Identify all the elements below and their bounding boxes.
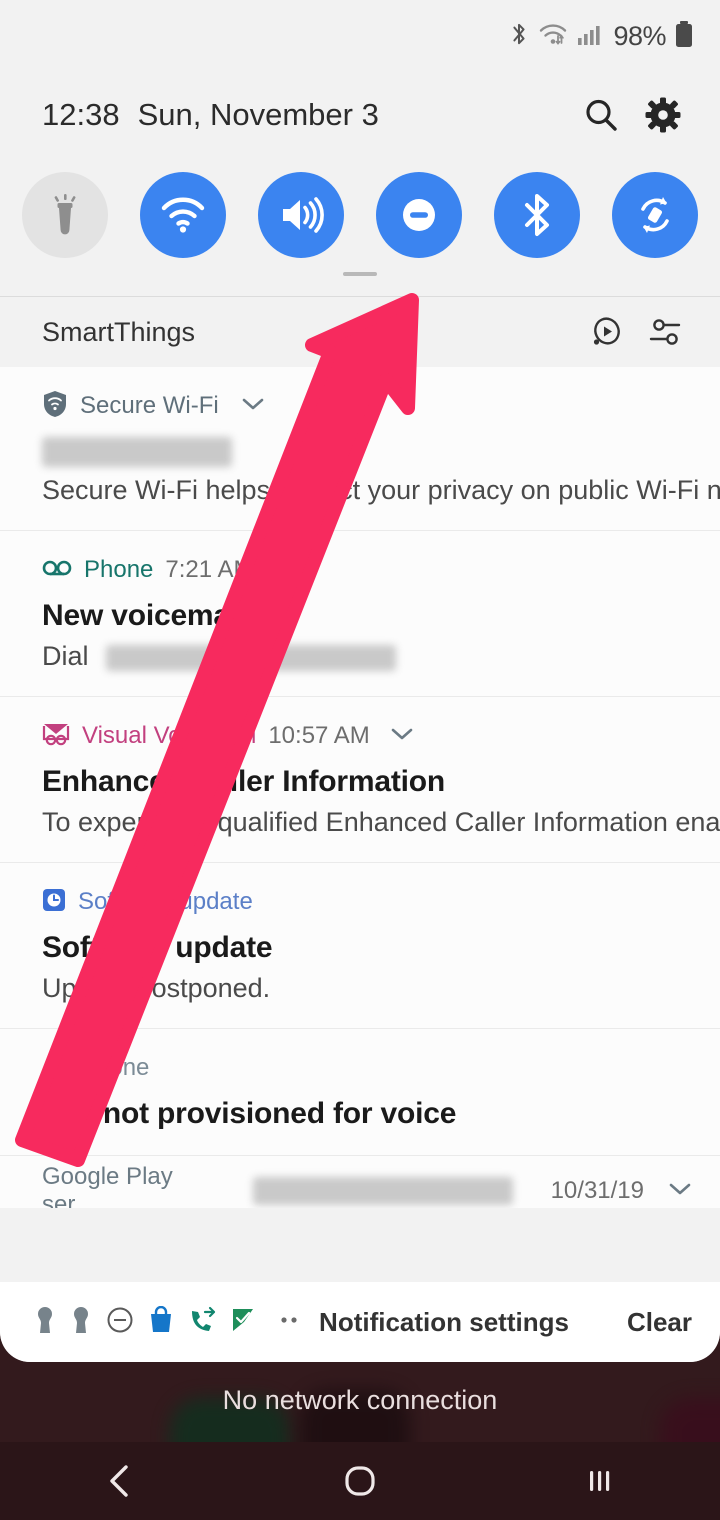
notification-header: Google Play ser 10/31/19 xyxy=(42,1163,692,1208)
quick-toggle-auto-rotate[interactable] xyxy=(612,172,698,258)
notification-settings-button[interactable]: Notification settings xyxy=(319,1307,569,1338)
notification-app-name: Google Play ser xyxy=(42,1163,173,1208)
voicemail-icon xyxy=(42,558,72,583)
clock-date-group: 12:38 Sun, November 3 xyxy=(42,97,570,133)
notification-item[interactable]: Software update Software update Update p… xyxy=(0,863,720,1029)
visual-voicemail-icon xyxy=(42,721,70,752)
status-bar: 98% xyxy=(0,0,720,72)
wifi-icon xyxy=(538,21,568,52)
more-dots-icon[interactable] xyxy=(276,1313,302,1331)
cellular-signal-icon xyxy=(576,21,602,52)
notification-header: Software update xyxy=(42,885,692,919)
notification-title: Software update xyxy=(42,931,273,964)
software-update-icon xyxy=(42,888,66,917)
shopping-bag-icon[interactable] xyxy=(148,1305,174,1339)
notification-body: Dial xyxy=(42,641,692,672)
notification-header: Visual Voicemail 10:57 AM xyxy=(42,719,692,753)
no-network-status: No network connection xyxy=(222,1385,498,1415)
notification-header: MM Phone xyxy=(42,1051,692,1085)
quick-toggle-do-not-disturb[interactable] xyxy=(376,172,462,258)
chevron-down-icon[interactable] xyxy=(390,726,414,747)
back-chevron-icon[interactable] xyxy=(60,1442,180,1520)
notification-item[interactable]: Visual Voicemail 10:57 AM Enhanced Calle… xyxy=(0,697,720,863)
alert-mm-icon: MM xyxy=(42,1052,68,1085)
date: Sun, November 3 xyxy=(137,97,379,132)
svg-text:MM: MM xyxy=(48,1071,63,1080)
quick-toggle-flashlight[interactable] xyxy=(22,172,108,258)
notification-time: 10/31/19 xyxy=(550,1177,644,1204)
notification-list: Secure Wi-Fi Secure Wi-Fi helps protect … xyxy=(0,367,720,1208)
chevron-down-icon[interactable] xyxy=(668,1181,692,1202)
notification-app-name: Phone xyxy=(84,556,154,583)
bluetooth-icon xyxy=(508,21,530,52)
minus-circle-icon[interactable] xyxy=(106,1306,134,1339)
quick-toggle-bluetooth[interactable] xyxy=(494,172,580,258)
quick-toggle-sound[interactable] xyxy=(258,172,344,258)
shade-header: 12:38 Sun, November 3 xyxy=(0,72,720,158)
quick-toggle-wifi[interactable] xyxy=(140,172,226,258)
notification-body: Secure Wi-Fi helps protect your privacy … xyxy=(42,475,720,505)
shade-drag-handle[interactable] xyxy=(0,258,720,276)
notification-app-name: Visual Voicemail xyxy=(82,722,257,749)
shade-footer: Notification settings Clear xyxy=(0,1282,720,1362)
notification-app-name: Secure Wi-Fi xyxy=(80,392,219,419)
phone-screen: No network connection 98% 12:38 Sun, Nov… xyxy=(0,0,720,1520)
notification-app-name: Software update xyxy=(78,888,253,915)
battery-full-icon xyxy=(674,20,694,53)
media-cast-icon[interactable] xyxy=(578,303,636,361)
notification-item[interactable]: MM Phone SIM not provisioned for voice xyxy=(0,1029,720,1156)
home-circle-icon[interactable] xyxy=(300,1442,420,1520)
keyhole-icon[interactable] xyxy=(70,1305,92,1340)
redacted-phone-number xyxy=(106,644,397,671)
device-controls-icon[interactable] xyxy=(636,303,694,361)
smartthings-bar: SmartThings xyxy=(0,297,720,367)
notification-header: Secure Wi-Fi xyxy=(42,389,692,423)
notification-title: New voicemail xyxy=(42,599,247,632)
search-icon[interactable] xyxy=(570,84,632,146)
notification-body-text: Dial xyxy=(42,641,89,671)
notification-header: Phone 7:21 AM xyxy=(42,553,692,587)
keyhole-icon[interactable] xyxy=(34,1305,56,1340)
notification-item[interactable]: Phone 7:21 AM New voicemail Dial xyxy=(0,531,720,697)
secure-wifi-shield-icon xyxy=(42,390,68,423)
call-forward-icon[interactable] xyxy=(188,1306,216,1339)
gear-icon[interactable] xyxy=(632,84,694,146)
notification-time: 7:21 AM xyxy=(165,556,254,583)
notification-item[interactable]: Secure Wi-Fi Secure Wi-Fi helps protect … xyxy=(0,367,720,531)
battery-percent: 98% xyxy=(613,20,666,51)
smartthings-label: SmartThings xyxy=(42,316,196,347)
notification-shade: 98% 12:38 Sun, November 3 SmartThings Se… xyxy=(0,0,720,1362)
clear-button[interactable]: Clear xyxy=(627,1307,692,1338)
silent-notification-icons xyxy=(34,1305,319,1340)
navigation-bar xyxy=(0,1442,720,1520)
notification-body: Update postponed. xyxy=(42,973,271,1003)
recents-bars-icon[interactable] xyxy=(540,1442,660,1520)
notification-body: To experience qualified Enhanced Caller … xyxy=(42,807,720,837)
clock: 12:38 xyxy=(42,97,120,132)
redacted-text xyxy=(252,1177,513,1205)
notification-time: 10:57 AM xyxy=(268,722,370,749)
notification-title: SIM not provisioned for voice xyxy=(42,1097,457,1130)
quick-settings-row xyxy=(0,158,720,258)
check-flag-icon[interactable] xyxy=(230,1306,256,1339)
notification-app-name: Phone xyxy=(80,1054,150,1081)
notification-title: Enhanced Caller Information xyxy=(42,765,445,798)
notification-item-clipped[interactable]: Google Play ser 10/31/19 xyxy=(0,1156,720,1208)
redacted-title xyxy=(42,437,232,467)
chevron-down-icon[interactable] xyxy=(241,396,265,417)
